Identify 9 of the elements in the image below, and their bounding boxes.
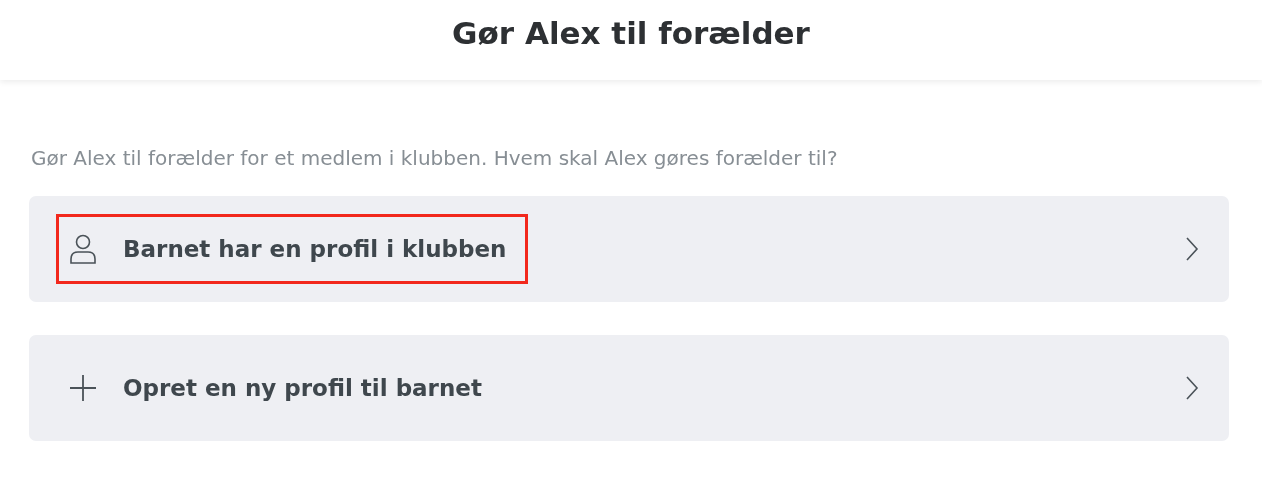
highlight-frame: Barnet har en profil i klubben xyxy=(56,214,528,284)
option-row[interactable]: Barnet har en profil i klubben xyxy=(29,196,1229,302)
option-row[interactable]: Opret en ny profil til barnet xyxy=(29,335,1229,441)
person-icon xyxy=(69,234,97,264)
chevron-right-icon xyxy=(1185,236,1199,262)
intro-text: Gør Alex til forælder for et medlem i klubben. Hvem skal Alex gøres forælder til? xyxy=(31,146,839,170)
plus-icon xyxy=(69,374,97,402)
page-title: Gør Alex til forælder xyxy=(452,15,810,51)
chevron-right-icon xyxy=(1185,375,1199,401)
